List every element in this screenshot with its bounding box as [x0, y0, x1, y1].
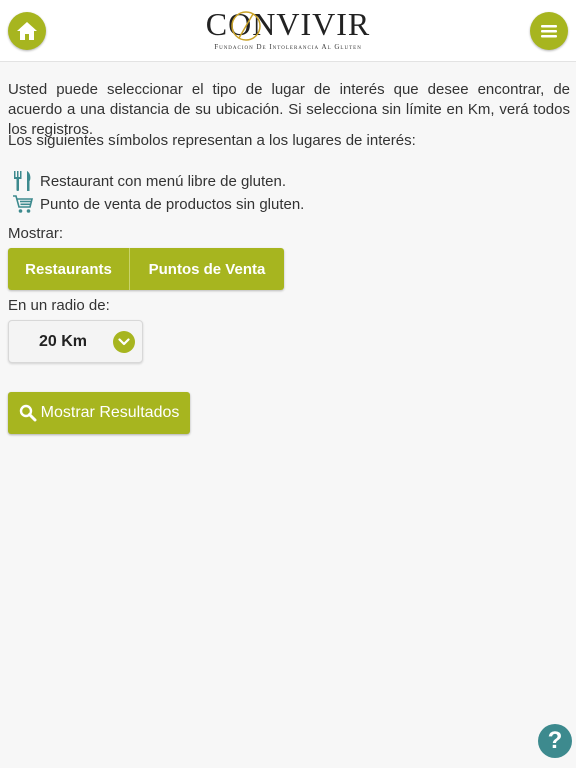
intro-section: Usted puede seleccionar el tipo de lugar… — [8, 80, 570, 140]
show-results-label: Mostrar Resultados — [40, 404, 180, 421]
wheat-ring-icon — [231, 11, 261, 41]
show-label: Mostrar: — [8, 225, 64, 242]
question-mark-icon: ? — [547, 727, 563, 754]
home-icon — [17, 22, 37, 40]
symbol-restaurant: Restaurant con menú libre de gluten. — [12, 170, 286, 192]
filter-restaurants-button[interactable]: Restaurants — [8, 248, 130, 290]
help-button[interactable]: ? — [538, 724, 572, 758]
symbol-store: Punto de venta de productos sin gluten. — [12, 193, 304, 215]
intro-text: Usted puede seleccionar el tipo de lugar… — [8, 81, 570, 138]
app-header: CONVIVIR Fundacion De Intolerancia Al Gl… — [0, 0, 576, 62]
chevron-down-icon — [113, 331, 135, 353]
radius-select[interactable]: 20 Km — [8, 320, 143, 363]
symbol-restaurant-label: Restaurant con menú libre de gluten. — [40, 172, 286, 190]
convivir-logo: CONVIVIR Fundacion De Intolerancia Al Gl… — [190, 6, 386, 54]
fork-knife-icon — [14, 171, 31, 191]
radius-label: En un radio de: — [8, 297, 110, 314]
shopping-cart-icon — [13, 195, 34, 213]
search-icon — [19, 404, 37, 422]
show-results-button[interactable]: Mostrar Resultados — [8, 392, 190, 434]
menu-button[interactable] — [530, 12, 568, 50]
symbols-title: Los siguientes símbolos representan a lo… — [8, 132, 416, 149]
logo-subtitle: Fundacion De Intolerancia Al Gluten — [214, 43, 362, 51]
radius-value: 20 Km — [39, 333, 88, 350]
place-type-segmented-control: Restaurants Puntos de Venta — [8, 248, 284, 290]
filter-points-of-sale-button[interactable]: Puntos de Venta — [130, 248, 284, 290]
logo-title: CONVIVIR — [205, 6, 371, 42]
hamburger-menu-icon — [541, 25, 557, 38]
home-button[interactable] — [8, 12, 46, 50]
symbol-store-label: Punto de venta de productos sin gluten. — [40, 195, 305, 213]
